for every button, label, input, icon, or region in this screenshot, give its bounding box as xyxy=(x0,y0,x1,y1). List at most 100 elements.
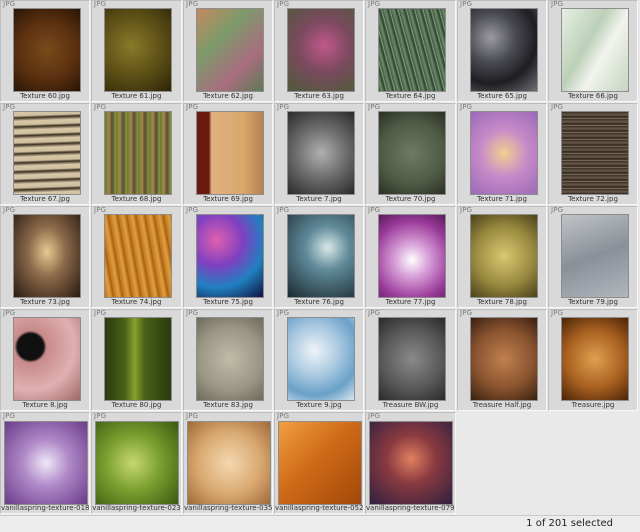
thumbnail-item[interactable]: JPG Treasure Half.jpg xyxy=(457,309,547,411)
thumbnail-item[interactable]: JPG Texture 74.jpg xyxy=(91,206,182,308)
thumbnail-image[interactable] xyxy=(471,215,537,297)
thumbnail-caption: Treasure Half.jpg xyxy=(472,401,532,409)
thumbnail-image[interactable] xyxy=(14,215,80,297)
thumbnail-image[interactable] xyxy=(370,422,452,504)
file-type-badge: JPG xyxy=(551,0,564,8)
thumbnail-caption: vanillaspring-texture-079.jpg xyxy=(366,504,455,512)
thumbnail-image[interactable] xyxy=(288,215,354,297)
thumbnail-image[interactable] xyxy=(288,112,354,194)
thumbnail-item[interactable]: JPG Texture 80.jpg xyxy=(91,309,182,411)
thumbnail-item[interactable]: JPG vanillaspring-texture-079.jpg xyxy=(365,412,456,514)
file-type-badge: JPG xyxy=(94,103,107,111)
thumbnail-image[interactable] xyxy=(5,422,87,504)
thumbnail-caption: Texture 83.jpg xyxy=(203,401,253,409)
thumbnail-image[interactable] xyxy=(379,318,445,400)
file-type-badge: JPG xyxy=(551,206,564,214)
thumbnail-item[interactable]: JPG Texture 65.jpg xyxy=(457,0,547,102)
thumbnail-item[interactable]: JPG Texture 76.jpg xyxy=(274,206,364,308)
thumbnail-item[interactable]: JPG vanillaspring-texture-052 xyxy=(274,412,364,514)
file-type-badge: JPG xyxy=(368,103,381,111)
thumbnail-image[interactable] xyxy=(96,422,178,504)
thumbnail-caption: Texture 75.jpg xyxy=(203,298,253,306)
thumbnail-image[interactable] xyxy=(14,112,80,194)
thumbnail-item[interactable]: JPG vanillaspring-texture-023 xyxy=(91,412,182,514)
thumbnail-image[interactable] xyxy=(197,215,263,297)
thumbnail-item[interactable]: JPG Treasure BW.jpg xyxy=(365,309,456,411)
file-type-badge: JPG xyxy=(186,412,199,420)
thumbnail-item[interactable]: JPG Texture 77.jpg xyxy=(365,206,456,308)
status-bar: 1 of 201 selected xyxy=(0,515,640,532)
thumbnail-item[interactable]: JPG Texture 79.jpg xyxy=(548,206,638,308)
thumbnail-caption: Texture 67.jpg xyxy=(20,195,70,203)
thumbnail-item[interactable]: JPG Treasure.jpg xyxy=(548,309,638,411)
thumbnail-caption: Texture 63.jpg xyxy=(294,92,344,100)
thumbnail-item[interactable]: JPG Texture 63.jpg xyxy=(274,0,364,102)
thumbnail-image[interactable] xyxy=(105,215,171,297)
thumbnail-image[interactable] xyxy=(279,422,361,504)
thumbnail-item[interactable]: JPG Texture 69.jpg xyxy=(183,103,273,205)
thumbnail-item[interactable]: JPG Texture 7.jpg xyxy=(274,103,364,205)
thumbnail-image[interactable] xyxy=(471,112,537,194)
thumbnail-caption: Texture 77.jpg xyxy=(385,298,436,306)
thumbnail-caption: vanillaspring-texture-023 xyxy=(92,504,181,512)
thumbnail-image[interactable] xyxy=(471,9,537,91)
thumbnail-image[interactable] xyxy=(379,215,445,297)
thumbnail-item[interactable]: JPG Texture 60.jpg xyxy=(0,0,90,102)
thumbnail-caption: Texture 8.jpg xyxy=(22,401,68,409)
thumbnail-image[interactable] xyxy=(379,9,445,91)
thumbnail-caption: Texture 69.jpg xyxy=(203,195,253,203)
thumbnail-item[interactable]: JPG Texture 75.jpg xyxy=(183,206,273,308)
file-type-badge: JPG xyxy=(94,0,107,8)
thumbnail-image[interactable] xyxy=(562,112,628,194)
file-type-badge: JPG xyxy=(186,206,199,214)
thumbnail-item[interactable]: JPG Texture 67.jpg xyxy=(0,103,90,205)
thumbnail-image[interactable] xyxy=(105,318,171,400)
thumbnail-image[interactable] xyxy=(562,318,628,400)
thumbnail-item[interactable]: JPG Texture 72.jpg xyxy=(548,103,638,205)
thumbnail-item[interactable]: JPG Texture 62.jpg xyxy=(183,0,273,102)
thumbnail-image[interactable] xyxy=(197,112,263,194)
thumbnail-image[interactable] xyxy=(471,318,537,400)
thumbnail-caption: Texture 73.jpg xyxy=(20,298,70,306)
file-type-badge: JPG xyxy=(186,103,199,111)
thumbnail-image[interactable] xyxy=(14,318,80,400)
thumbnail-item[interactable]: JPG Texture 71.jpg xyxy=(457,103,547,205)
thumbnail-caption: Texture 80.jpg xyxy=(111,401,162,409)
thumbnail-image[interactable] xyxy=(105,112,171,194)
thumbnail-image[interactable] xyxy=(562,9,628,91)
thumbnail-item[interactable]: JPG Texture 8.jpg xyxy=(0,309,90,411)
file-type-badge: JPG xyxy=(186,309,199,317)
thumbnail-image[interactable] xyxy=(197,9,263,91)
thumbnail-image[interactable] xyxy=(188,422,270,504)
thumbnail-item[interactable]: JPG Texture 61.jpg xyxy=(91,0,182,102)
thumbnail-image[interactable] xyxy=(379,112,445,194)
thumbnail-item[interactable]: JPG vanillaspring-texture-018 xyxy=(0,412,90,514)
thumbnail-item[interactable]: JPG Texture 83.jpg xyxy=(183,309,273,411)
thumbnail-image[interactable] xyxy=(14,9,80,91)
thumbnail-image[interactable] xyxy=(105,9,171,91)
file-type-badge: JPG xyxy=(94,309,107,317)
thumbnail-image[interactable] xyxy=(562,215,628,297)
thumbnail-caption: Texture 79.jpg xyxy=(568,298,618,306)
thumbnail-caption: Texture 72.jpg xyxy=(568,195,618,203)
thumbnail-caption: Texture 9.jpg xyxy=(296,401,342,409)
thumbnail-image[interactable] xyxy=(288,9,354,91)
thumbnail-caption: Texture 65.jpg xyxy=(477,92,527,100)
thumbnail-item[interactable]: JPG vanillaspring-texture-035 xyxy=(183,412,273,514)
thumbnail-image[interactable] xyxy=(288,318,354,400)
thumbnail-image[interactable] xyxy=(197,318,263,400)
thumbnail-item[interactable]: JPG Texture 68.jpg xyxy=(91,103,182,205)
file-type-badge: JPG xyxy=(277,0,290,8)
thumbnail-item[interactable]: JPG Texture 64.jpg xyxy=(365,0,456,102)
file-type-badge: JPG xyxy=(460,0,473,8)
file-type-badge: JPG xyxy=(368,206,381,214)
file-type-badge: JPG xyxy=(460,309,473,317)
thumbnail-caption: Texture 70.jpg xyxy=(385,195,436,203)
file-type-badge: JPG xyxy=(94,206,107,214)
thumbnail-item[interactable]: JPG Texture 66.jpg xyxy=(548,0,638,102)
thumbnail-item[interactable]: JPG Texture 78.jpg xyxy=(457,206,547,308)
thumbnail-item[interactable]: JPG Texture 70.jpg xyxy=(365,103,456,205)
thumbnail-item[interactable]: JPG Texture 9.jpg xyxy=(274,309,364,411)
thumbnail-item[interactable]: JPG Texture 73.jpg xyxy=(0,206,90,308)
thumbnail-caption: Texture 76.jpg xyxy=(294,298,344,306)
